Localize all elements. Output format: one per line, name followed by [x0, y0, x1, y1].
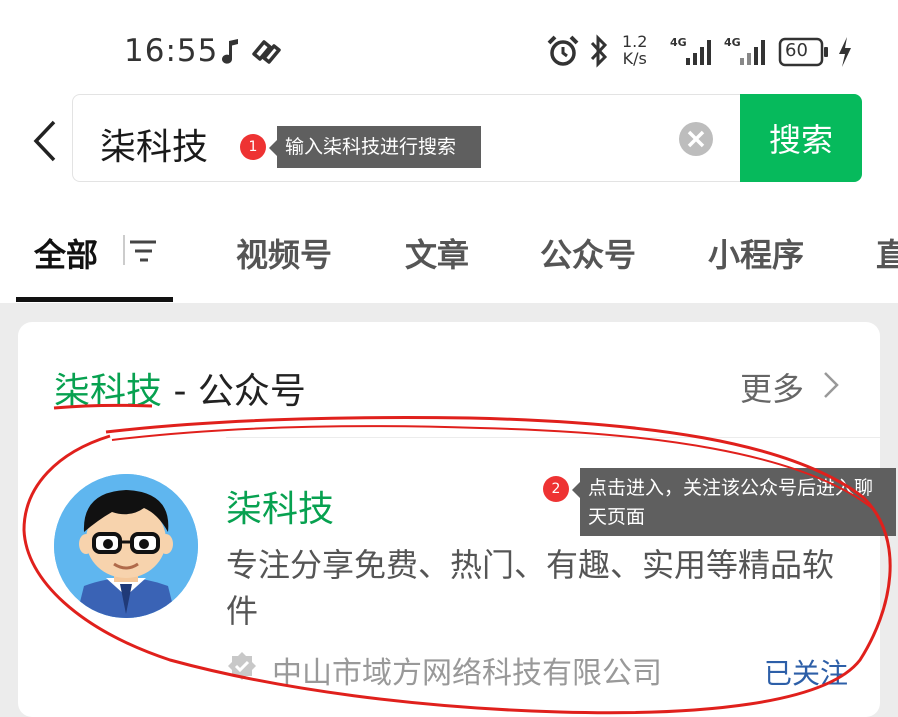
tab-bar: 全部 视频号 文章 公众号 小程序 直: [0, 205, 898, 303]
account-description: 专注分享免费、热门、有趣、实用等精品软件: [226, 546, 835, 630]
more-link[interactable]: 更多: [740, 364, 804, 410]
tab-all[interactable]: 全部: [34, 230, 98, 276]
annotation-2-tooltip: 点击进入，关注该公众号后进入聊天页面: [572, 468, 896, 536]
verified-badge-icon: [228, 652, 256, 680]
tab-official-accounts[interactable]: 公众号: [540, 230, 636, 276]
tab-live[interactable]: 直: [876, 230, 898, 276]
music-note-icon: [222, 39, 238, 64]
clear-search-icon[interactable]: [678, 121, 714, 157]
annotation-2-badge: 2: [543, 476, 569, 502]
bluetooth-icon: [590, 34, 608, 68]
charging-icon: [839, 37, 851, 67]
avatar-cartoon-icon: [54, 474, 198, 618]
tab-video-channel[interactable]: 视频号: [236, 230, 332, 276]
status-time: 16:55: [124, 33, 219, 69]
active-tab-indicator: [16, 297, 173, 302]
chevron-right-icon[interactable]: [820, 370, 842, 400]
tab-articles[interactable]: 文章: [405, 230, 469, 276]
card-title-suffix: - 公众号: [162, 371, 306, 412]
battery-level: 60: [785, 40, 808, 61]
status-bar: 16:55 1.2 K/s 4G 4G 60: [0, 0, 898, 95]
net-speed-value: 1.2: [622, 32, 648, 51]
back-arrow-icon[interactable]: [28, 118, 68, 164]
account-name[interactable]: 柒科技: [226, 480, 334, 532]
alarm-icon: [547, 35, 579, 66]
network-speed: 1.2 K/s: [622, 33, 647, 67]
company-name: 中山市域方网络科技有限公司: [272, 656, 662, 691]
net-speed-unit: K/s: [622, 49, 647, 68]
card-title-highlight: 柒科技: [54, 371, 163, 412]
account-avatar[interactable]: [54, 474, 198, 618]
follow-status[interactable]: 已关注: [764, 652, 848, 692]
filter-icon[interactable]: [122, 235, 160, 267]
annotation-1-badge: 1: [240, 134, 266, 160]
card-title: 柒科技 - 公众号: [54, 362, 306, 414]
card-divider: [226, 437, 880, 438]
notification-icon: [252, 40, 281, 64]
signal-icon: [686, 40, 711, 65]
tab-mini-programs[interactable]: 小程序: [708, 230, 804, 276]
annotation-1-tooltip: 输入柒科技进行搜索: [269, 126, 481, 168]
search-button[interactable]: 搜索: [740, 94, 862, 182]
search-query-text[interactable]: 柒科技: [100, 118, 208, 170]
signal-icon: [740, 40, 765, 65]
